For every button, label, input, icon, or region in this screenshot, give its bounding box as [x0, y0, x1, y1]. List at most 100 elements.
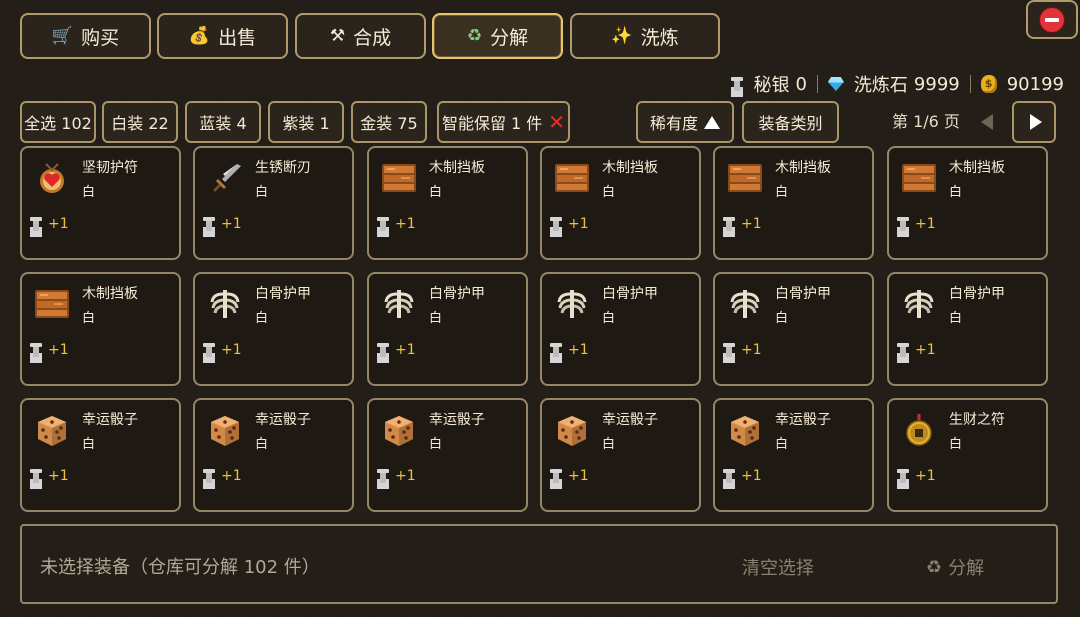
item-rarity: 白	[949, 311, 963, 326]
sort-ascending-icon	[704, 115, 720, 129]
item-yield: +1	[723, 216, 762, 232]
mithril-icon	[203, 217, 215, 231]
mithril-icon	[897, 469, 909, 483]
close-x-icon: ✕	[548, 110, 566, 134]
prev-page-icon[interactable]	[981, 114, 993, 130]
item-rarity: 白	[429, 185, 443, 200]
selection-status: 未选择装备（仓库可分解 102 件）	[40, 557, 320, 578]
diamond-icon	[827, 77, 844, 91]
smart-keep-button[interactable]: 智能保留 1 件 ✕	[437, 101, 570, 143]
yield-value: +1	[221, 468, 242, 484]
item-name: 幸运骰子	[429, 412, 485, 428]
yield-value: +1	[48, 342, 69, 358]
yield-value: +1	[741, 342, 762, 358]
item-card[interactable]: 幸运骰子白 +1	[20, 398, 181, 512]
item-yield: +1	[897, 468, 936, 484]
item-name: 幸运骰子	[82, 412, 138, 428]
dice-icon	[207, 412, 243, 448]
item-rarity: 白	[255, 437, 269, 452]
item-card[interactable]: 幸运骰子白 +1	[540, 398, 701, 512]
equip-type-label: 装备类别	[758, 114, 823, 133]
item-rarity: 白	[429, 437, 443, 452]
item-card[interactable]: 木制挡板白 +1	[20, 272, 181, 386]
sword-icon	[207, 160, 243, 196]
item-card[interactable]: 幸运骰子白 +1	[367, 398, 528, 512]
filter-label: 金装 75	[360, 114, 418, 133]
item-yield: +1	[377, 468, 416, 484]
ribcage-icon	[901, 286, 937, 322]
item-card[interactable]: 白骨护甲白 +1	[367, 272, 528, 386]
item-card[interactable]: 木制挡板白 +1	[367, 146, 528, 260]
item-card[interactable]: 白骨护甲白 +1	[887, 272, 1048, 386]
mithril-icon	[377, 343, 389, 357]
equip-type-button[interactable]: 装备类别	[742, 101, 839, 143]
item-yield: +1	[377, 342, 416, 358]
yield-value: +1	[915, 216, 936, 232]
next-page-button[interactable]	[1012, 101, 1056, 143]
item-card[interactable]: 白骨护甲白 +1	[193, 272, 354, 386]
clear-selection-button[interactable]: 清空选择	[742, 554, 814, 580]
mithril-icon	[731, 77, 744, 91]
item-card[interactable]: 木制挡板白 +1	[540, 146, 701, 260]
item-card[interactable]: 坚韧护符白 +1	[20, 146, 181, 260]
mithril-icon	[30, 217, 42, 231]
dice-icon	[381, 412, 417, 448]
item-name: 幸运骰子	[255, 412, 311, 428]
filter-gold-button[interactable]: 金装 75	[351, 101, 427, 143]
filter-label: 白装 22	[111, 114, 169, 133]
item-card[interactable]: 木制挡板白 +1	[887, 146, 1048, 260]
yield-value: +1	[221, 342, 242, 358]
item-card[interactable]: 生锈断刃白 +1	[193, 146, 354, 260]
sparkles-icon: ✨	[611, 26, 633, 46]
dice-icon	[34, 412, 70, 448]
item-name: 白骨护甲	[255, 286, 311, 302]
filter-purple-button[interactable]: 紫装 1	[268, 101, 344, 143]
mithril-icon	[550, 217, 562, 231]
item-rarity: 白	[602, 311, 616, 326]
item-name: 幸运骰子	[775, 412, 831, 428]
yield-value: +1	[48, 216, 69, 232]
filter-blue-button[interactable]: 蓝装 4	[185, 101, 261, 143]
page-indicator: 第 1/6 页	[892, 112, 960, 131]
dice-icon	[727, 412, 763, 448]
smart-keep-label: 智能保留 1 件	[441, 114, 543, 133]
decompose-button[interactable]: ♻ 分解	[926, 554, 984, 580]
item-yield: +1	[550, 468, 589, 484]
item-rarity: 白	[775, 311, 789, 326]
tab-sell[interactable]: 💰 出售	[157, 13, 288, 59]
item-name: 白骨护甲	[775, 286, 831, 302]
item-card[interactable]: 幸运骰子白 +1	[193, 398, 354, 512]
item-yield: +1	[377, 216, 416, 232]
yield-value: +1	[48, 468, 69, 484]
item-name: 木制挡板	[602, 160, 658, 176]
tab-buy[interactable]: 🛒 购买	[20, 13, 151, 59]
amulet-icon	[34, 160, 70, 196]
item-card[interactable]: 生财之符白 +1	[887, 398, 1048, 512]
item-rarity: 白	[255, 185, 269, 200]
filter-white-button[interactable]: 白装 22	[102, 101, 178, 143]
item-rarity: 白	[775, 185, 789, 200]
tab-label: 合成	[353, 26, 392, 49]
select-all-button[interactable]: 全选 102	[20, 101, 96, 143]
mithril-icon	[30, 343, 42, 357]
tab-refine[interactable]: ✨ 洗炼	[570, 13, 720, 59]
refine-stone-value: 9999	[913, 73, 960, 95]
yield-value: +1	[568, 468, 589, 484]
mithril-icon	[550, 469, 562, 483]
item-card[interactable]: 白骨护甲白 +1	[540, 272, 701, 386]
yield-value: +1	[221, 216, 242, 232]
sort-rarity-button[interactable]: 稀有度	[636, 101, 734, 143]
yield-value: +1	[915, 468, 936, 484]
item-card[interactable]: 白骨护甲白 +1	[713, 272, 874, 386]
item-card[interactable]: 木制挡板白 +1	[713, 146, 874, 260]
filter-label: 紫装 1	[282, 114, 330, 133]
filter-label: 全选 102	[24, 114, 92, 133]
yield-value: +1	[915, 342, 936, 358]
item-card[interactable]: 幸运骰子白 +1	[713, 398, 874, 512]
item-rarity: 白	[429, 311, 443, 326]
wooden-plank-icon	[901, 160, 937, 196]
tab-decompose[interactable]: ♻ 分解	[432, 13, 563, 59]
close-button[interactable]	[1026, 0, 1078, 39]
gold-bag-icon	[980, 75, 997, 93]
tab-craft[interactable]: ⚒ 合成	[295, 13, 426, 59]
